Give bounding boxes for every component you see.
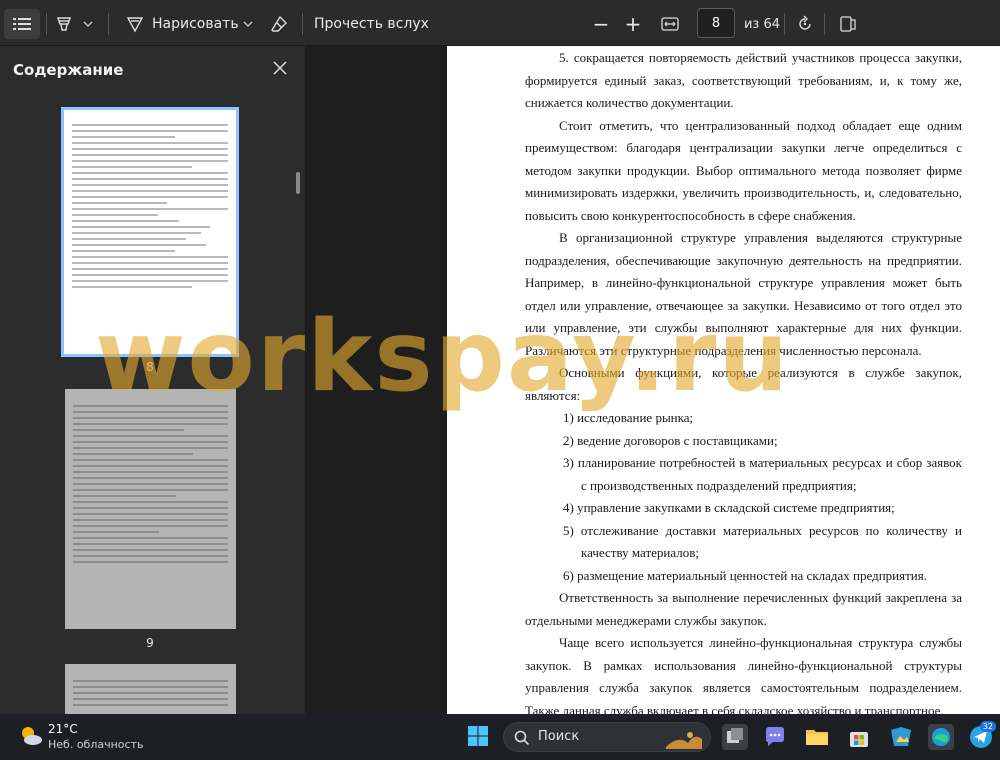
close-sidebar-button[interactable]	[270, 58, 290, 78]
page-number-input[interactable]: 8	[697, 8, 735, 38]
toolbar-divider	[46, 13, 47, 35]
minus-icon: −	[592, 12, 610, 36]
highlight-options-dropdown[interactable]	[80, 9, 96, 39]
paragraph: Чаще всего используется линейно-функцион…	[525, 635, 962, 714]
zoom-in-button[interactable]: +	[620, 9, 646, 39]
thumbnail-page-number: 8	[146, 360, 154, 374]
folder-icon	[806, 730, 828, 745]
edge-browser-button[interactable]	[928, 724, 954, 750]
page-thumbnail-8[interactable]	[61, 107, 239, 357]
telegram-button[interactable]: 32	[968, 721, 996, 750]
list-item: 3) планирование потребностей в материаль…	[563, 455, 962, 493]
page-thumbnail-10[interactable]	[65, 664, 236, 714]
paragraph: 5. сокращается повторяемость действий уч…	[525, 50, 962, 110]
viewer-background	[307, 46, 447, 714]
toolbar-divider	[108, 13, 109, 35]
read-aloud-label: Прочесть вслух	[314, 16, 429, 32]
partly-cloudy-icon	[22, 727, 42, 745]
list-item: 1) исследование рынка;	[563, 410, 694, 425]
teams-chat-button[interactable]	[762, 724, 788, 750]
zoom-out-button[interactable]: −	[588, 9, 614, 39]
file-explorer-button[interactable]	[804, 724, 830, 750]
store-button[interactable]	[846, 724, 872, 750]
edge-icon	[932, 728, 950, 746]
list-icon	[13, 18, 31, 30]
document-page: 5. сокращается повторяемость действий уч…	[447, 46, 1000, 714]
draw-icon-wrap[interactable]	[124, 9, 146, 39]
highlight-button[interactable]	[52, 9, 76, 39]
app-toolbar: Нарисовать Прочесть вслух − + 8 из 64	[0, 0, 1000, 46]
contents-sidebar: Содержание 8 9	[0, 46, 306, 714]
chevron-down-icon	[243, 21, 253, 27]
paragraph: В организационной структуре управления в…	[525, 230, 962, 358]
sidebar-scrollbar[interactable]	[296, 172, 300, 194]
task-view-icon	[727, 728, 743, 743]
fit-width-icon	[661, 17, 679, 31]
weather-widget[interactable]	[18, 723, 44, 749]
chat-icon	[766, 727, 784, 746]
toolbar-divider	[302, 13, 303, 35]
fit-width-button[interactable]	[656, 9, 684, 39]
rotate-button[interactable]	[792, 9, 818, 39]
thumbnail-page-number: 9	[146, 636, 154, 650]
search-highlight-icon	[666, 732, 702, 749]
chevron-down-icon	[83, 21, 93, 27]
close-icon	[273, 61, 287, 75]
page-total-label: из 64	[743, 16, 781, 32]
draw-options-dropdown[interactable]	[240, 9, 256, 39]
paragraph: Стоит отметить, что централизованный под…	[525, 117, 962, 223]
weather-description: Неб. облачность	[48, 738, 144, 751]
list-item: 4) управление закупками в складской сист…	[563, 500, 895, 515]
windows-icon	[468, 726, 488, 746]
contents-toggle-button[interactable]	[4, 9, 40, 39]
draw-button[interactable]: Нарисовать	[152, 9, 239, 39]
toolbar-divider	[824, 13, 825, 35]
taskbar-search[interactable]: Поиск	[503, 722, 711, 752]
weather-temperature: 21°C	[48, 722, 78, 736]
taskbar: 21°C Неб. облачность Поиск 32	[0, 714, 1000, 760]
page-thumbnail-9[interactable]	[65, 389, 236, 629]
list-item: 5) отслеживание доставки материальных ре…	[563, 522, 962, 561]
list-item: 2) ведение договоров с поставщиками;	[563, 432, 778, 448]
eraser-button[interactable]	[266, 9, 292, 39]
notification-badge: 32	[979, 721, 996, 732]
rotate-icon	[799, 15, 811, 30]
start-button[interactable]	[466, 724, 492, 750]
search-placeholder: Поиск	[538, 729, 580, 744]
toolbar-divider	[784, 13, 785, 35]
functions-list: 1) исследование рынка; 2) ведение догово…	[525, 407, 962, 587]
photos-button[interactable]	[888, 724, 914, 750]
task-view-button[interactable]	[722, 724, 748, 750]
draw-label: Нарисовать	[152, 16, 239, 32]
search-icon	[514, 730, 530, 746]
plus-icon: +	[624, 12, 642, 36]
page-view-button[interactable]	[834, 9, 862, 39]
highlighter-icon	[57, 17, 71, 31]
page-total: из 64	[742, 9, 782, 39]
read-aloud-button[interactable]: Прочесть вслух	[314, 9, 429, 39]
draw-icon	[126, 17, 144, 33]
sidebar-title: Содержание	[13, 61, 124, 79]
list-item: 6) размещение материальный ценностей на …	[563, 567, 927, 583]
paragraph: Ответственность за выполнение перечислен…	[525, 590, 962, 628]
paragraph: Основными функциями, которые реализуются…	[525, 365, 962, 403]
photos-icon	[891, 727, 911, 746]
page-view-icon	[840, 16, 856, 32]
eraser-icon	[271, 15, 287, 32]
store-icon	[850, 732, 868, 747]
